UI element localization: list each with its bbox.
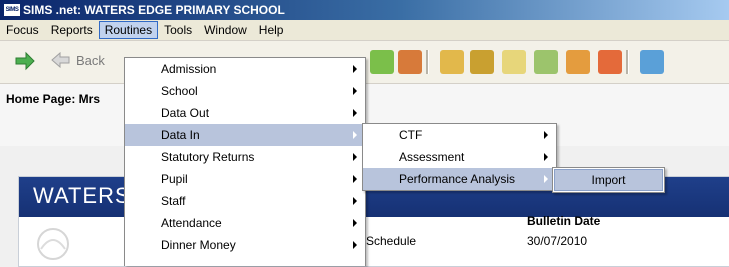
school-logo-icon <box>37 228 69 260</box>
menu-item-pupil[interactable]: Pupil <box>125 168 365 190</box>
menu-item-label: Admission <box>161 62 217 76</box>
clock-icon[interactable] <box>598 50 622 74</box>
submenu-arrow-icon <box>353 153 357 161</box>
menu-item-performance-analysis[interactable]: Performance Analysis <box>363 168 556 190</box>
submenu-arrow-icon <box>353 109 357 117</box>
menu-item-data-out[interactable]: Data Out <box>125 102 365 124</box>
school-name: WATERS <box>33 183 131 208</box>
menu-item-dinner-money[interactable]: Dinner Money <box>125 234 365 256</box>
person-icon[interactable] <box>566 50 590 74</box>
menu-help[interactable]: Help <box>253 21 290 39</box>
menu-item-staff[interactable]: Staff <box>125 190 365 212</box>
forward-arrow-icon[interactable] <box>14 50 36 72</box>
menu-item-label: School <box>161 84 198 98</box>
submenu-arrow-icon <box>353 131 357 139</box>
menu-item-label: Pupil <box>161 172 188 186</box>
title-bar: SIMS SIMS .net: WATERS EDGE PRIMARY SCHO… <box>0 0 729 20</box>
submenu-arrow-icon <box>353 197 357 205</box>
menu-item-school[interactable]: School <box>125 80 365 102</box>
menu-item-label: Attendance <box>161 216 222 230</box>
menu-window[interactable]: Window <box>198 21 253 39</box>
menu-routines[interactable]: Routines <box>98 21 159 39</box>
toolbar-separator <box>626 50 629 74</box>
tools-icon[interactable] <box>640 50 664 74</box>
submenu-arrow-icon <box>353 175 357 183</box>
submenu-arrow-icon <box>353 87 357 95</box>
submenu-arrow-icon <box>353 241 357 249</box>
window-title: SIMS .net: WATERS EDGE PRIMARY SCHOOL <box>23 3 285 17</box>
bulletin-date-cell: 30/07/2010 <box>527 234 588 248</box>
submenu-arrow-icon <box>544 131 548 139</box>
menu-item-data-in[interactable]: Data In <box>125 124 365 146</box>
menu-item-label: Assessment <box>399 150 465 164</box>
contacts-icon[interactable] <box>370 50 394 74</box>
submenu-arrow-icon <box>353 219 357 227</box>
bulletin-date-header: Bulletin Date <box>527 214 601 228</box>
back-arrow-icon <box>51 52 70 68</box>
assessment-icon[interactable] <box>440 50 464 74</box>
menu-item-assessment[interactable]: Assessment <box>363 146 556 168</box>
sims-app-icon: SIMS <box>4 4 20 16</box>
menu-item-label: Statutory Returns <box>161 150 255 164</box>
menu-item-admission[interactable]: Admission <box>125 58 365 80</box>
routines-menu: Admission School Data Out Data In Statut… <box>124 57 366 266</box>
back-label: Back <box>76 52 105 68</box>
reports-icon[interactable] <box>502 50 526 74</box>
menu-item-label: Performance Analysis <box>399 172 516 186</box>
menu-bar: Focus Reports Routines Tools Window Help <box>0 20 729 41</box>
menu-item-label: Data Out <box>161 106 210 120</box>
menu-item-label: Import <box>591 173 626 187</box>
back-button[interactable]: Back <box>50 52 105 68</box>
menu-item-label: Staff <box>161 194 186 208</box>
menu-item-statutory-returns[interactable]: Statutory Returns <box>125 146 365 168</box>
pupil-icon[interactable] <box>470 50 494 74</box>
menu-item-label: Data In <box>161 128 200 142</box>
menu-item-label: CTF <box>399 128 423 142</box>
submenu-arrow-icon <box>544 175 548 183</box>
menu-reports[interactable]: Reports <box>45 21 99 39</box>
menu-focus[interactable]: Focus <box>0 21 45 39</box>
menu-item-attendance[interactable]: Attendance <box>125 212 365 234</box>
menu-tools[interactable]: Tools <box>158 21 198 39</box>
home-page-title: Home Page: Mrs <box>6 92 101 106</box>
staff-icon[interactable] <box>398 50 422 74</box>
menu-item-ctf[interactable]: CTF <box>363 124 556 146</box>
menu-item-import[interactable]: Import <box>554 169 663 191</box>
toolbar-separator <box>426 50 429 74</box>
bulletin-title-cell[interactable]: Schedule <box>366 234 416 248</box>
menu-item-label: Dinner Money <box>161 238 236 252</box>
marksheet-icon[interactable] <box>534 50 558 74</box>
submenu-arrow-icon <box>544 153 548 161</box>
performance-analysis-submenu: Import <box>552 167 665 193</box>
submenu-arrow-icon <box>353 65 357 73</box>
data-in-submenu: CTF Assessment Performance Analysis <box>362 123 557 191</box>
